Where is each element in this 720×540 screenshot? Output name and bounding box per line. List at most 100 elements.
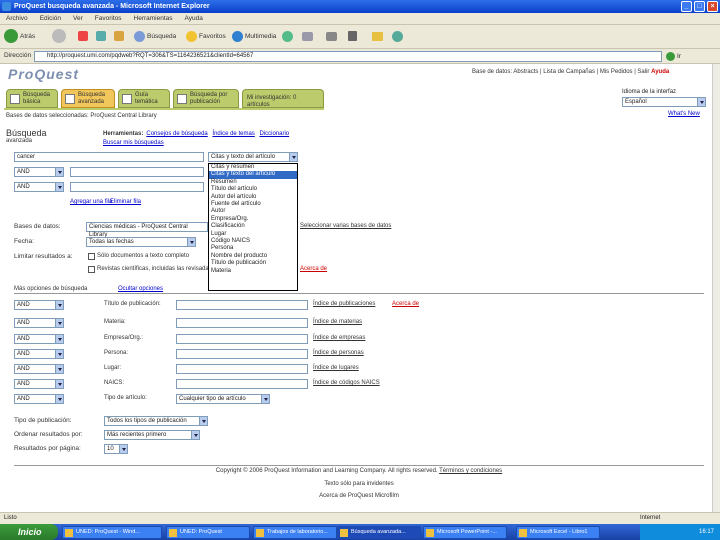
dropdown-option[interactable]: Título de publicación xyxy=(209,260,297,267)
taskbar-task[interactable]: Microsoft PowerPoint -... xyxy=(423,526,507,539)
search-term-input-3[interactable] xyxy=(70,182,204,192)
dropdown-option[interactable]: Fuente del artículo xyxy=(209,201,297,208)
refresh-button[interactable] xyxy=(96,29,108,45)
search-term-input-2[interactable] xyxy=(70,167,204,177)
dropdown-option[interactable]: Lugar xyxy=(209,231,297,238)
more-field-input[interactable] xyxy=(176,300,308,310)
dropdown-option[interactable]: Persona xyxy=(209,245,297,252)
dropdown-option[interactable]: Citas y resumen xyxy=(209,164,297,171)
menu-edit[interactable]: Edición xyxy=(34,13,67,25)
footer-text-only[interactable]: Texto sólo para invidentes xyxy=(14,481,704,487)
minimize-button[interactable]: _ xyxy=(681,1,692,12)
dropdown-option[interactable]: Empresa/Org. xyxy=(209,216,297,223)
field-dropdown-list[interactable]: Citas y resumen Citas y texto del artícu… xyxy=(208,163,298,291)
dropdown-option-selected[interactable]: Citas y texto del artículo xyxy=(209,171,297,179)
more-operator-select[interactable]: AND xyxy=(14,349,64,359)
operator-select-2[interactable]: AND xyxy=(14,182,64,192)
multiple-databases-link[interactable]: Seleccionar varias bases de datos xyxy=(300,223,391,229)
forward-button[interactable] xyxy=(52,29,68,45)
home-button[interactable] xyxy=(114,29,126,45)
mail-button[interactable] xyxy=(302,29,315,45)
dropdown-option[interactable]: Código NAICS xyxy=(209,238,297,245)
field-select-1[interactable]: Citas y texto del artículo xyxy=(208,152,298,162)
folder-button[interactable] xyxy=(372,29,385,45)
sort-select[interactable]: Más recientes primero xyxy=(104,430,200,440)
hide-options-link[interactable]: Ocultar opciones xyxy=(118,286,163,292)
dropdown-option[interactable]: Autor xyxy=(209,208,297,215)
vertical-scrollbar[interactable] xyxy=(712,64,720,512)
index-link[interactable]: Índice de publicaciones xyxy=(313,301,375,307)
history-button[interactable] xyxy=(282,29,295,45)
per-page-select[interactable]: 10 xyxy=(104,444,128,454)
about-peer-review-link[interactable]: Acerca de xyxy=(300,266,327,272)
add-row-link[interactable]: Agregar una fila xyxy=(70,199,112,205)
more-operator-select[interactable]: AND xyxy=(14,394,64,404)
dropdown-option[interactable]: Nombre del producto xyxy=(209,253,297,260)
dropdown-option[interactable]: Clasificación xyxy=(209,223,297,230)
maximize-button[interactable]: □ xyxy=(694,1,705,12)
tab-basic-search[interactable]: Búsqueda básica xyxy=(6,89,58,108)
more-field-input[interactable] xyxy=(176,364,308,374)
menu-file[interactable]: Archivo xyxy=(0,13,34,25)
remove-row-link[interactable]: Eliminar fila xyxy=(110,199,141,205)
tab-topic-guide[interactable]: Guía temática xyxy=(118,89,170,108)
tab-my-research[interactable]: Mi investigación: 0 artículos xyxy=(242,89,324,108)
my-searches-link[interactable]: Buscar mis búsquedas xyxy=(103,140,164,146)
search-term-input-1[interactable]: cancer xyxy=(14,152,204,162)
index-link[interactable]: Índice de códigos NAICS xyxy=(313,380,380,386)
index-link[interactable]: Índice de empresas xyxy=(313,335,365,341)
more-operator-select[interactable]: AND xyxy=(14,318,64,328)
dropdown-option[interactable]: Resumen xyxy=(209,179,297,186)
search-button[interactable]: Búsqueda xyxy=(134,29,176,45)
print-button[interactable] xyxy=(326,29,339,45)
more-field-input[interactable] xyxy=(176,349,308,359)
taskbar-task[interactable]: UNED: ProQuest - Wind... xyxy=(62,526,162,539)
more-field-input[interactable] xyxy=(176,379,308,389)
more-operator-select[interactable]: AND xyxy=(14,364,64,374)
search-tips-link[interactable]: Consejos de búsqueda xyxy=(146,131,207,137)
menu-view[interactable]: Ver xyxy=(67,13,89,25)
help-link[interactable]: Ayuda xyxy=(651,69,669,75)
go-button[interactable]: Ir xyxy=(666,51,698,62)
index-link[interactable]: Índice de personas xyxy=(313,350,364,356)
topic-index-link[interactable]: Índice de temas xyxy=(212,131,254,137)
dictionary-link[interactable]: Diccionario xyxy=(259,131,289,137)
taskbar-task[interactable]: Búsqueda avanzada... xyxy=(337,526,421,539)
close-button[interactable]: × xyxy=(707,1,718,12)
date-select[interactable]: Todas las fechas xyxy=(86,237,196,247)
article-type-select[interactable]: Cualquier tipo de artículo xyxy=(176,394,270,404)
more-operator-select[interactable]: AND xyxy=(14,379,64,389)
messenger-button[interactable] xyxy=(392,29,405,45)
index-link[interactable]: Índice de materias xyxy=(313,319,362,325)
favorites-button[interactable]: Favoritos xyxy=(186,29,226,45)
peer-reviewed-checkbox[interactable] xyxy=(88,266,95,273)
more-operator-select[interactable]: AND xyxy=(14,334,64,344)
address-input[interactable]: http://proquest.umi.com/pqdweb?RQT=306&T… xyxy=(34,51,662,62)
dropdown-option[interactable]: Título del artículo xyxy=(209,186,297,193)
dropdown-option[interactable]: Materia xyxy=(209,268,297,275)
back-button[interactable]: Atrás xyxy=(4,29,35,45)
operator-select-1[interactable]: AND xyxy=(14,167,64,177)
more-field-input[interactable] xyxy=(176,334,308,344)
more-field-input[interactable] xyxy=(176,318,308,328)
database-select[interactable]: Ciencias médicas - ProQuest Central Libr… xyxy=(86,222,208,238)
taskbar-task[interactable]: Trabajos de laboratorio... xyxy=(253,526,337,539)
whats-new-link[interactable]: What's New xyxy=(668,111,700,117)
tab-publication-search[interactable]: Búsqueda por publicación xyxy=(173,89,239,108)
dropdown-option[interactable]: Autor del artículo xyxy=(209,194,297,201)
multimedia-button[interactable]: Multimedia xyxy=(232,29,276,45)
language-select[interactable]: Español xyxy=(622,97,706,107)
more-operator-select[interactable]: AND xyxy=(14,300,64,310)
start-button[interactable]: Inicio xyxy=(0,524,58,540)
taskbar-task[interactable]: Microsoft Excel - Libro1 xyxy=(516,526,600,539)
menu-help[interactable]: Ayuda xyxy=(179,13,209,25)
pub-type-select[interactable]: Todos los tipos de publicación xyxy=(104,416,208,426)
edit-button[interactable] xyxy=(348,29,359,45)
footer-about[interactable]: Acerca de ProQuest Microfilm xyxy=(14,493,704,499)
stop-button[interactable] xyxy=(78,29,90,45)
header-links-text[interactable]: Base de datos: Abstracts | Lista de Camp… xyxy=(472,69,649,75)
taskbar-task[interactable]: UNED: ProQuest xyxy=(166,526,250,539)
full-text-checkbox[interactable] xyxy=(88,253,95,260)
terms-link[interactable]: Términos y condiciones xyxy=(439,468,502,474)
menu-tools[interactable]: Herramientas xyxy=(128,13,179,25)
